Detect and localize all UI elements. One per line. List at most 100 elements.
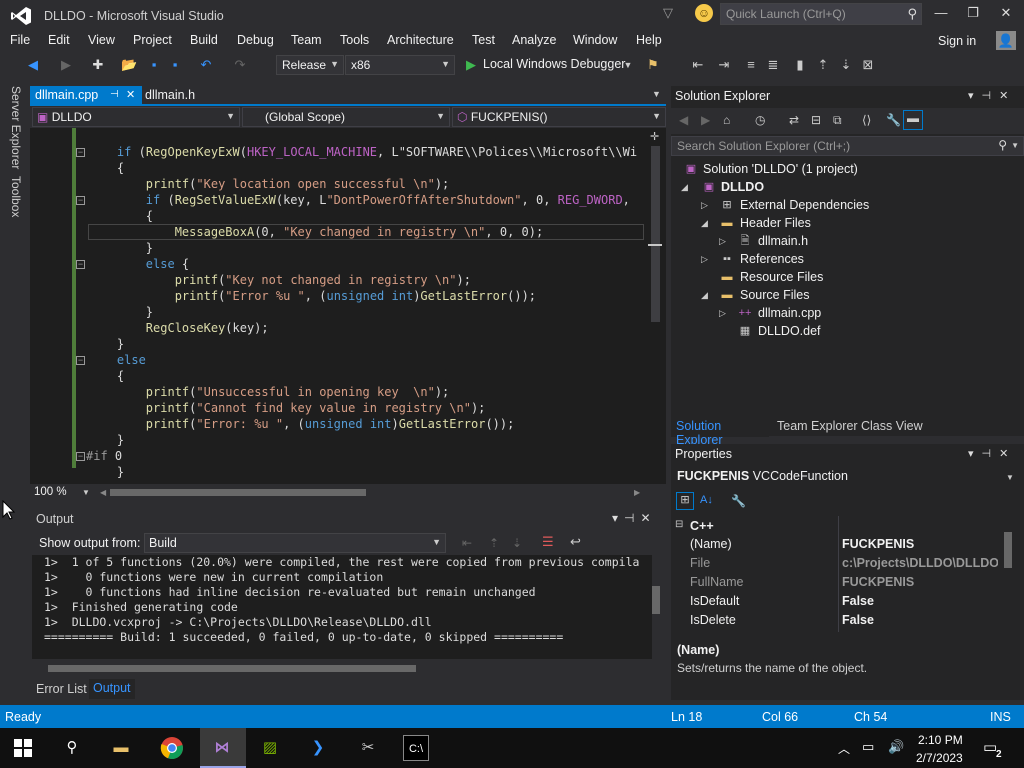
collapsed-arrow-icon[interactable]: ▷ <box>701 250 708 268</box>
chevron-down-icon[interactable]: ▼ <box>1006 473 1014 482</box>
tree-item-source-files[interactable]: Source Files <box>740 286 809 304</box>
output-vscroll-thumb[interactable] <box>652 586 660 614</box>
redo-icon[interactable]: ↷ <box>232 57 248 73</box>
outline-collapse-icon[interactable]: − <box>76 196 85 205</box>
scroll-left-icon[interactable]: ◀ <box>100 488 106 497</box>
categorized-icon[interactable]: ⊞ <box>676 492 694 510</box>
tab-dllmain-h[interactable]: dllmain.h <box>145 88 195 102</box>
tree-item-references[interactable]: References <box>740 250 804 268</box>
menu-analyze[interactable]: Analyze <box>512 33 556 47</box>
properties-scroll-thumb[interactable] <box>1004 532 1012 568</box>
menu-team[interactable]: Team <box>291 33 322 47</box>
taskbar-clock-time[interactable]: 2:10 PM <box>918 733 963 747</box>
toolbar-icon-1[interactable]: ⇤ <box>690 57 706 73</box>
clear-all-icon[interactable]: ☰ <box>542 534 554 550</box>
menu-project[interactable]: Project <box>133 33 172 47</box>
server-explorer-tab[interactable]: Server Explorer <box>9 86 23 169</box>
notification-filter-icon[interactable]: ▽ <box>663 5 679 21</box>
alphabetical-icon[interactable]: A↓ <box>700 494 713 506</box>
outline-collapse-icon[interactable]: − <box>76 452 85 461</box>
sync-icon[interactable]: ⇄ <box>789 113 799 127</box>
feedback-smiley-icon[interactable]: ☺ <box>695 4 713 22</box>
toolbox-tab[interactable]: Toolbox <box>9 176 23 217</box>
property-row-isdelete[interactable]: IsDelete False <box>671 611 1001 630</box>
expanded-arrow-icon[interactable]: ◢ <box>701 286 708 304</box>
start-debugging-icon[interactable]: ▶ <box>463 57 479 73</box>
next-bookmark-icon[interactable]: ⇣ <box>838 57 854 73</box>
menu-file[interactable]: File <box>10 33 30 47</box>
next-message-icon[interactable]: ⇣ <box>512 536 522 550</box>
find-in-files-icon[interactable]: ⚑ <box>645 57 661 73</box>
property-value[interactable]: c:\Projects\DLLDO\DLLDO\dllmain.cpp <box>842 554 998 573</box>
word-wrap-icon[interactable]: ↩ <box>570 534 581 550</box>
save-all-icon[interactable]: ▪ <box>167 57 183 73</box>
tree-item-project[interactable]: DLLDO <box>721 178 764 196</box>
volume-icon[interactable]: 🔊 <box>888 739 904 755</box>
maximize-button[interactable]: ❐ <box>958 5 988 23</box>
properties-controls[interactable]: ▾⊣✕ <box>968 447 1016 460</box>
bookmark-icon[interactable]: ▮ <box>792 57 808 73</box>
tree-item-external-dependencies[interactable]: External Dependencies <box>740 196 869 214</box>
property-value[interactable]: False <box>842 592 998 611</box>
find-message-icon[interactable]: ⇤ <box>462 536 472 550</box>
pin-tab-icon[interactable]: ⊣ <box>110 89 119 100</box>
menu-architecture[interactable]: Architecture <box>387 33 454 47</box>
zoom-level[interactable]: 100 % <box>34 486 67 498</box>
start-debugger-button[interactable]: Local Windows Debugger <box>483 57 625 71</box>
prev-message-icon[interactable]: ⇡ <box>489 536 499 550</box>
snipping-tool-icon[interactable]: ✂ <box>355 735 381 761</box>
account-avatar-icon[interactable]: 👤 <box>996 31 1016 50</box>
debugger-dropdown-icon[interactable]: ▼ <box>620 57 636 73</box>
outline-collapse-icon[interactable]: − <box>76 260 85 269</box>
solution-configuration-select[interactable]: Release ▼ <box>276 55 344 75</box>
collapse-category-icon[interactable]: ⊟ <box>675 519 683 530</box>
view-code-icon[interactable]: ⟨⟩ <box>862 113 871 127</box>
collapsed-arrow-icon[interactable]: ▷ <box>719 232 726 250</box>
property-value[interactable]: False <box>842 611 998 630</box>
property-value[interactable]: FUCKPENIS <box>842 573 998 592</box>
menu-test[interactable]: Test <box>472 33 495 47</box>
show-all-files-icon[interactable]: ⧉ <box>833 113 842 128</box>
tab-dllmain-cpp[interactable]: dllmain.cpp ⊣ ✕ <box>30 86 142 106</box>
outline-collapse-icon[interactable]: − <box>76 356 85 365</box>
expanded-arrow-icon[interactable]: ◢ <box>681 178 688 196</box>
property-row-fullname[interactable]: FullName FUCKPENIS <box>671 573 1001 592</box>
tab-overflow-icon[interactable]: ▼ <box>652 89 661 99</box>
tree-item-resource-files[interactable]: Resource Files <box>740 268 823 286</box>
collapsed-arrow-icon[interactable]: ▷ <box>719 304 726 322</box>
properties-icon[interactable]: 🔧 <box>886 113 901 127</box>
sign-in-link[interactable]: Sign in <box>938 34 976 48</box>
tree-item-solution[interactable]: Solution 'DLLDO' (1 project) <box>703 160 858 178</box>
clear-bookmarks-icon[interactable]: ⊠ <box>860 57 876 73</box>
property-row-file[interactable]: File c:\Projects\DLLDO\DLLDO\dllmain.cpp <box>671 554 1001 573</box>
properties-object-selector[interactable]: FUCKPENIS VCCodeFunction <box>677 469 848 483</box>
new-project-icon[interactable]: ✚ <box>90 57 106 73</box>
menu-help[interactable]: Help <box>636 33 662 47</box>
output-text-area[interactable]: 1> 1 of 5 functions (20.0%) were compile… <box>32 555 652 659</box>
close-tab-icon[interactable]: ✕ <box>126 88 135 101</box>
property-pages-icon[interactable]: 🔧 <box>731 494 746 508</box>
tab-class-view[interactable]: Class View <box>861 419 923 433</box>
visual-studio-taskbar-icon[interactable]: ⋈ <box>209 735 235 761</box>
zoom-dropdown-icon[interactable]: ▼ <box>82 488 90 497</box>
file-explorer-icon[interactable]: ▬ <box>108 735 134 761</box>
tab-team-explorer[interactable]: Team Explorer <box>777 419 858 433</box>
start-windows-icon[interactable] <box>14 739 32 757</box>
menu-view[interactable]: View <box>88 33 115 47</box>
output-source-select[interactable]: Build ▼ <box>144 533 446 553</box>
comment-lines-icon[interactable]: ≡ <box>743 57 759 73</box>
tree-item-dllmain-h[interactable]: dllmain.h <box>758 232 808 250</box>
code-editor[interactable]: − − − − − if (RegOpenKeyExW(HKEY_LOCAL_M… <box>30 128 666 484</box>
tree-item-dlldo-def[interactable]: DLLDO.def <box>758 322 821 340</box>
quick-launch-input[interactable]: Quick Launch (Ctrl+Q) ⚲ <box>720 3 922 25</box>
toolbar-icon-2[interactable]: ⇥ <box>716 57 732 73</box>
collapse-all-icon[interactable]: ⊟ <box>811 113 821 127</box>
scope-navigation-select[interactable]: (Global Scope) ▼ <box>242 107 450 127</box>
property-value[interactable]: FUCKPENIS <box>842 535 998 554</box>
editor-scroll-thumb[interactable] <box>651 146 660 322</box>
search-icon[interactable]: ⚲ <box>998 138 1007 152</box>
split-editor-icon[interactable]: ✛ <box>650 130 659 143</box>
tree-item-dllmain-cpp[interactable]: dllmain.cpp <box>758 304 821 322</box>
search-icon[interactable]: ⚲ <box>907 6 917 22</box>
tab-output[interactable]: Output <box>89 679 135 699</box>
